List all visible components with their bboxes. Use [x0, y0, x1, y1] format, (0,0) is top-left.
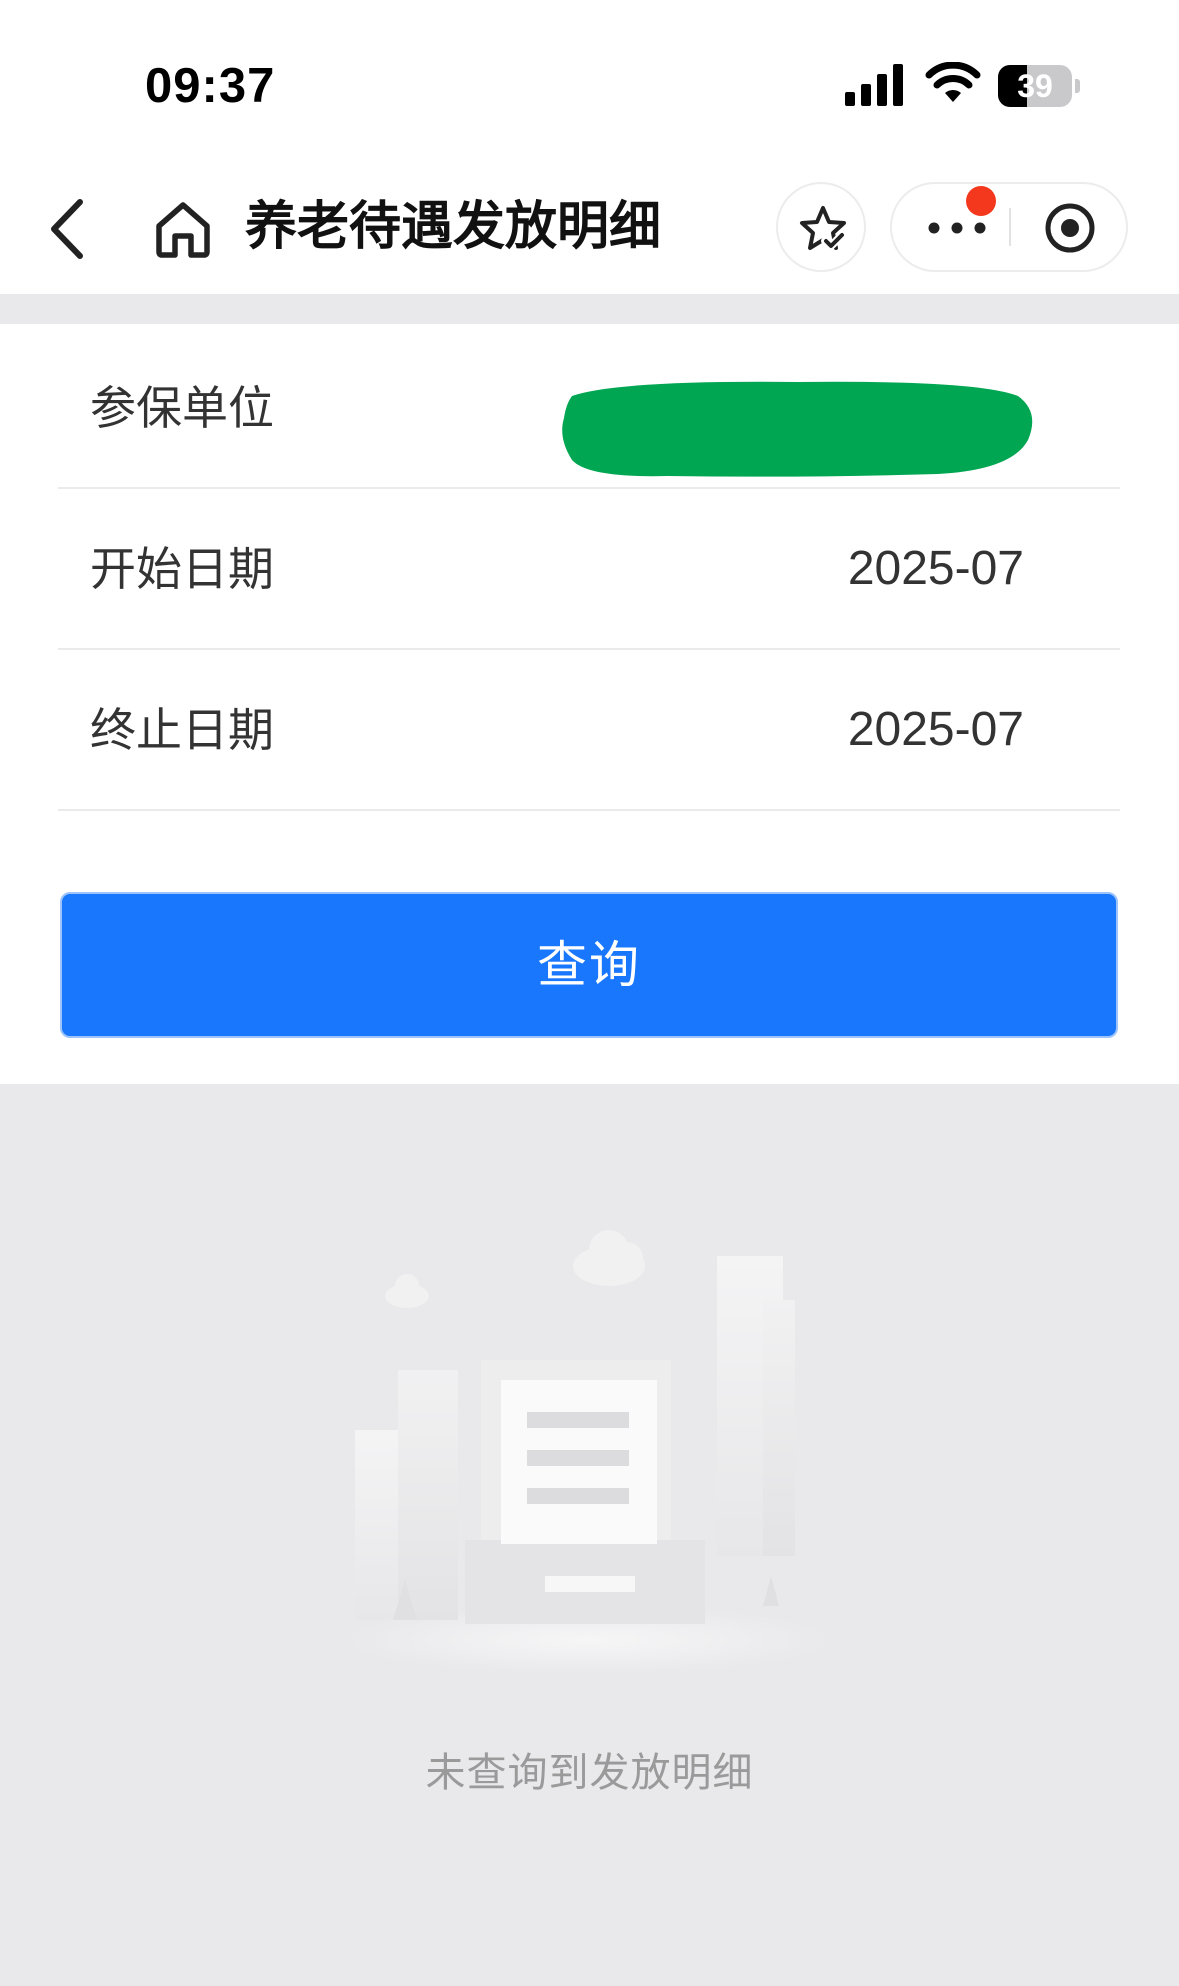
cellular-signal-icon	[845, 64, 903, 106]
favorite-star-icon	[800, 206, 847, 253]
empty-state-illustration	[345, 1230, 833, 1674]
more-icon	[928, 222, 986, 234]
battery-level-text: 39	[1017, 68, 1053, 104]
query-button[interactable]: 查询	[60, 892, 1118, 1038]
page-title: 养老待遇发放明细	[245, 197, 662, 257]
end-date-label: 终止日期	[90, 703, 274, 757]
insured-unit-label: 参保单位	[90, 381, 274, 435]
status-bar: 09:37 39	[0, 0, 1179, 160]
mini-program-capsule	[890, 182, 1128, 272]
query-form: 参保单位 开始日期 2025-07 终止日期 2025-07 查询	[0, 324, 1179, 1084]
status-time: 09:37	[145, 59, 276, 113]
close-target-icon	[1045, 203, 1095, 253]
capsule-divider	[1009, 208, 1011, 246]
favorite-button[interactable]	[776, 182, 866, 272]
redaction-mark	[562, 381, 1033, 477]
start-date-value[interactable]: 2025-07	[848, 489, 1024, 649]
home-icon[interactable]	[153, 200, 213, 258]
end-date-value[interactable]: 2025-07	[848, 650, 1024, 810]
notification-dot	[966, 186, 996, 216]
empty-state-message: 未查询到发放明细	[425, 1750, 754, 1796]
wifi-icon	[925, 62, 981, 102]
more-button[interactable]	[892, 184, 1010, 270]
start-date-row[interactable]: 开始日期 2025-07	[58, 489, 1120, 650]
start-date-label: 开始日期	[90, 542, 274, 596]
nav-bar: 养老待遇发放明细	[0, 160, 1179, 294]
insured-unit-row: 参保单位	[58, 328, 1120, 489]
back-icon[interactable]	[44, 198, 90, 260]
end-date-row[interactable]: 终止日期 2025-07	[58, 650, 1120, 811]
close-button[interactable]	[1012, 184, 1128, 270]
battery-indicator: 39	[998, 65, 1080, 107]
